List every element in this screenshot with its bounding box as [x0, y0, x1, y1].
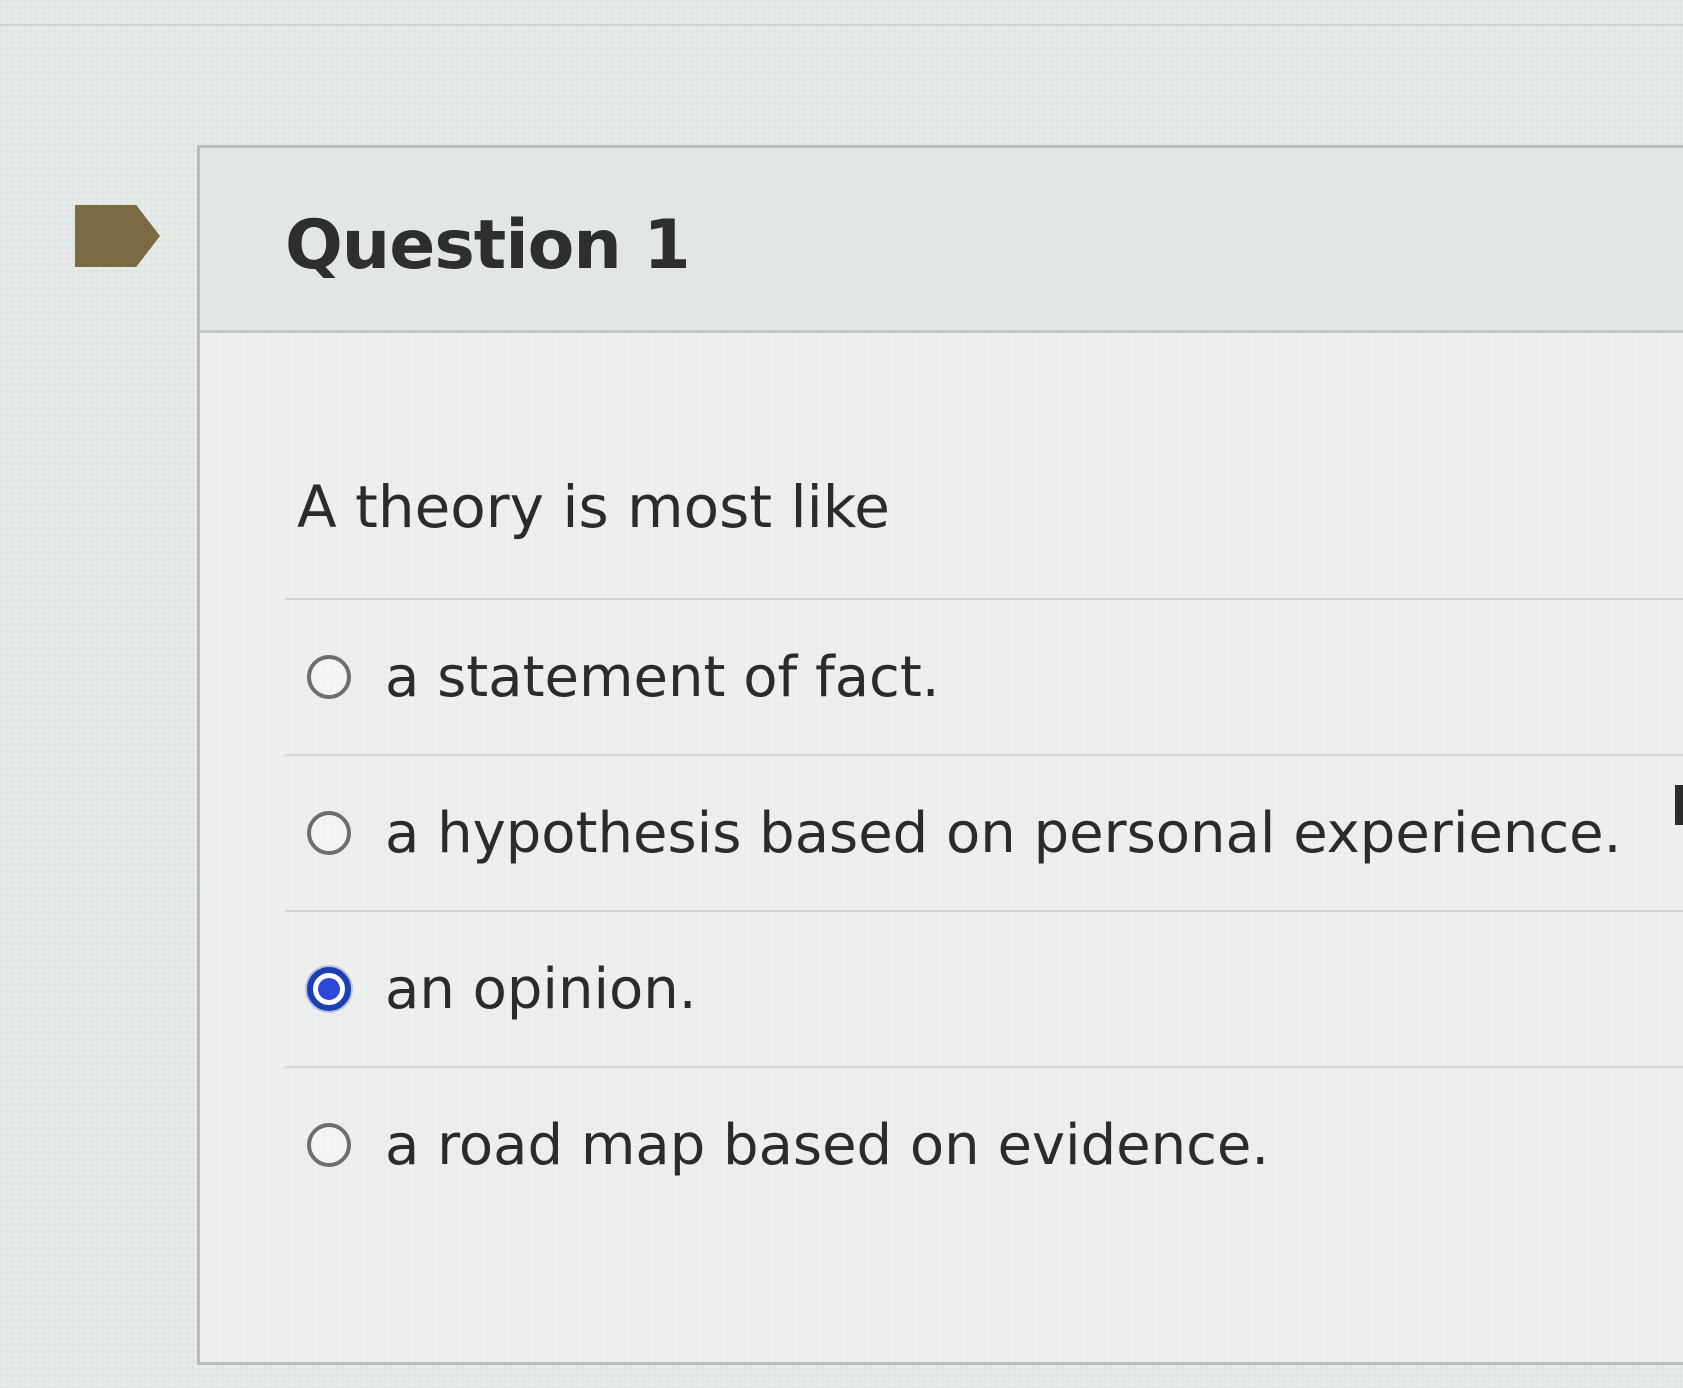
answer-choices: a statement of fact. a hypothesis based … — [285, 598, 1683, 1222]
answer-label-3[interactable]: an opinion. — [385, 957, 697, 1022]
answer-choice-4[interactable]: a road map based on evidence. — [285, 1066, 1683, 1222]
radio-button-4[interactable] — [307, 1123, 351, 1167]
radio-button-3-selected[interactable] — [307, 967, 351, 1011]
page: Question 1 A theory is most like a state… — [0, 0, 1683, 1388]
radio-button-2[interactable] — [307, 811, 351, 855]
scroll-edge-marker — [1675, 785, 1683, 825]
question-title: Question 1 — [285, 206, 691, 285]
answer-label-1[interactable]: a statement of fact. — [385, 645, 940, 710]
answer-choice-2[interactable]: a hypothesis based on personal experienc… — [285, 754, 1683, 910]
question-header: Question 1 — [200, 148, 1683, 333]
answer-choice-1[interactable]: a statement of fact. — [285, 598, 1683, 754]
radio-button-1[interactable] — [307, 655, 351, 699]
answer-label-2[interactable]: a hypothesis based on personal experienc… — [385, 801, 1621, 866]
question-card: Question 1 A theory is most like a state… — [197, 145, 1683, 1365]
flag-icon[interactable] — [75, 205, 160, 267]
answer-label-4[interactable]: a road map based on evidence. — [385, 1113, 1269, 1178]
top-divider — [0, 24, 1683, 26]
question-prompt: A theory is most like — [297, 473, 890, 541]
answer-choice-3[interactable]: an opinion. — [285, 910, 1683, 1066]
